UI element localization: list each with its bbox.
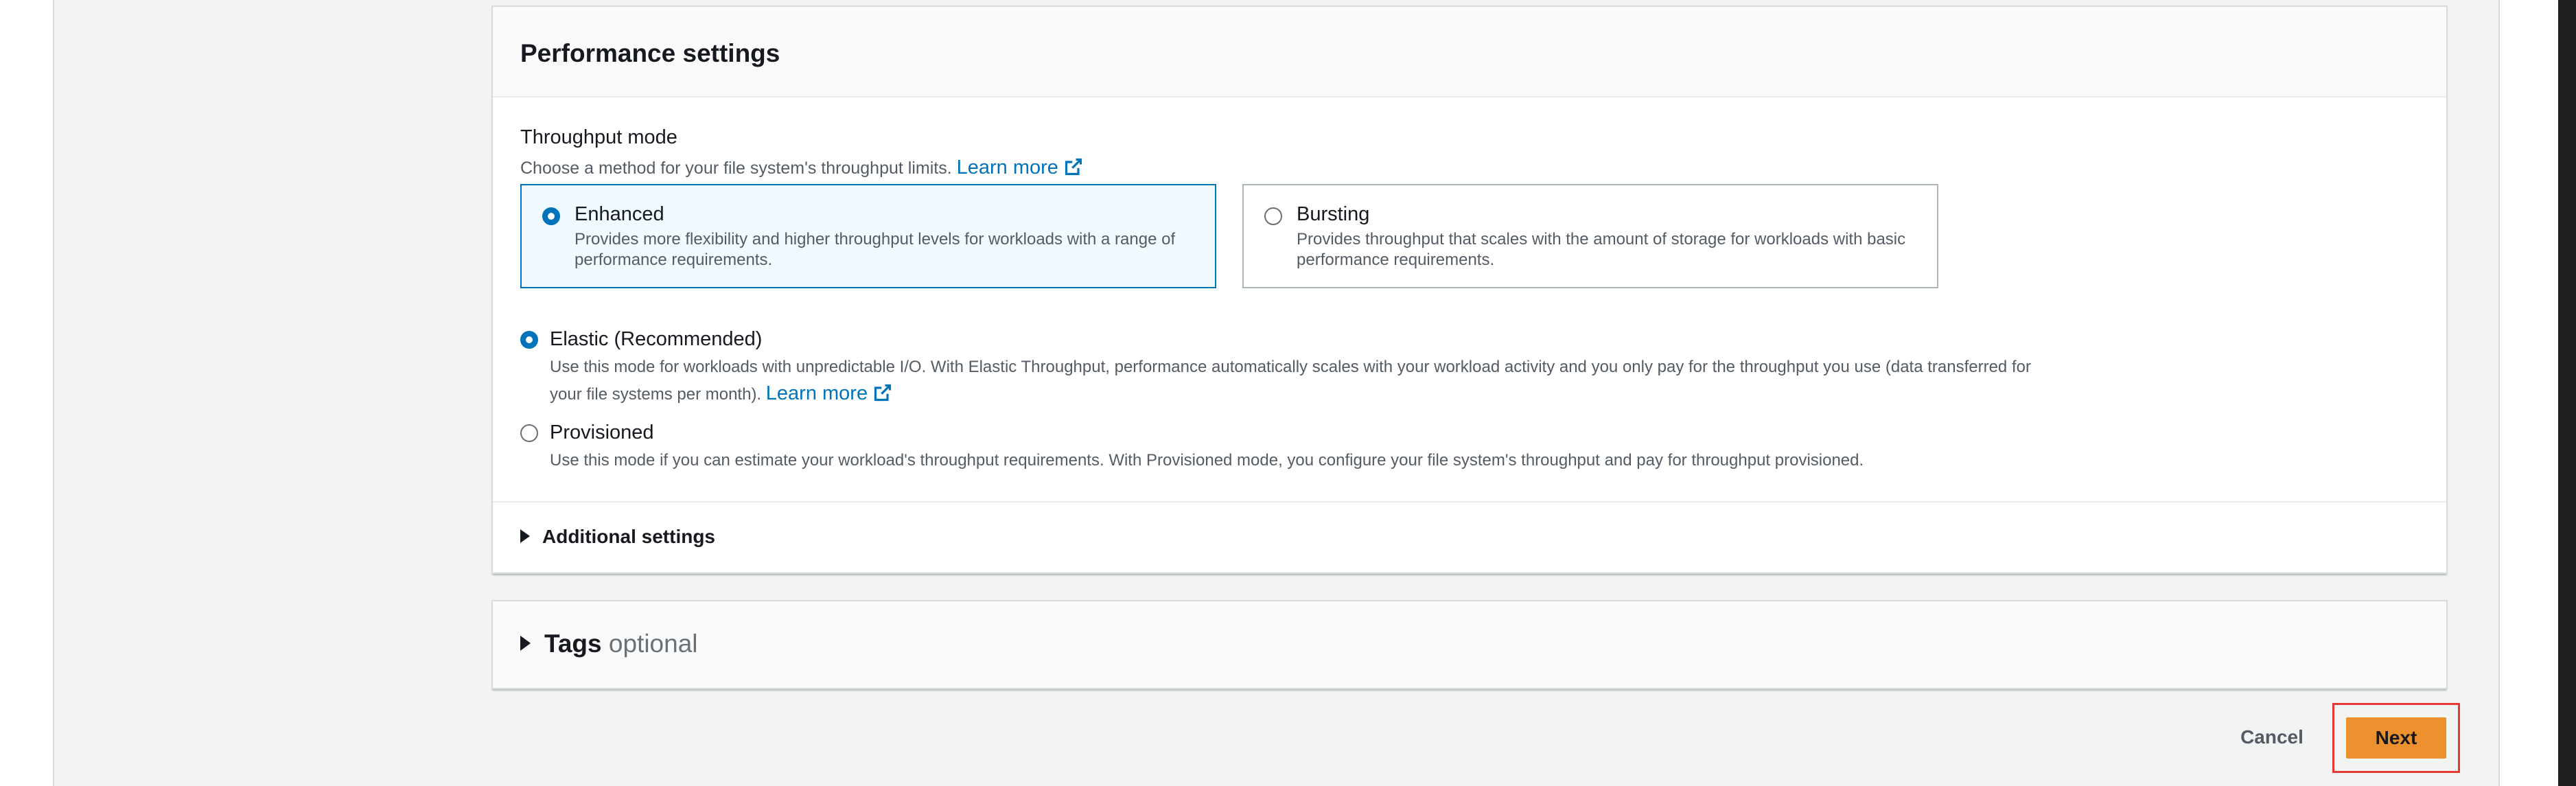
- learn-more-link[interactable]: Learn more: [957, 157, 1083, 178]
- section-divider: [493, 501, 2446, 502]
- panel-header: Performance settings: [493, 7, 2446, 97]
- caret-right-icon: [520, 529, 530, 543]
- tags-title: Tags: [544, 629, 602, 658]
- panel-title: Performance settings: [520, 39, 780, 67]
- tile-bursting-title: Bursting: [1297, 203, 1370, 225]
- tags-optional-label: optional: [608, 629, 698, 658]
- learn-more-text: Learn more: [956, 157, 1058, 178]
- throughput-desc-text: Choose a method for your file system's t…: [520, 159, 952, 178]
- performance-settings-panel: Performance settings Throughput mode Cho…: [491, 5, 2448, 574]
- window-edge: [2558, 0, 2576, 786]
- option-provisioned-title: Provisioned: [550, 421, 654, 443]
- option-elastic-title: Elastic (Recommended): [550, 328, 763, 350]
- tile-bursting-description: Provides throughput that scales with the…: [1297, 230, 1906, 269]
- tags-panel: Tags optional: [491, 600, 2448, 689]
- bursting-radio[interactable]: [1264, 207, 1282, 225]
- enhanced-radio[interactable]: [542, 207, 560, 225]
- additional-settings-toggle[interactable]: Additional settings: [520, 523, 715, 551]
- elastic-learn-more-text: Learn more: [765, 382, 868, 404]
- tile-bursting[interactable]: Bursting Provides throughput that scales…: [1242, 184, 1938, 288]
- tile-enhanced[interactable]: Enhanced Provides more flexibility and h…: [520, 184, 1216, 288]
- external-link-icon: [1065, 158, 1082, 176]
- elastic-learn-more-link[interactable]: Learn more: [766, 382, 892, 404]
- throughput-mode-label: Throughput mode: [520, 126, 677, 148]
- provisioned-radio[interactable]: [520, 424, 538, 442]
- cancel-button[interactable]: Cancel: [2227, 721, 2317, 754]
- throughput-mode-description: Choose a method for your file system's t…: [520, 155, 1083, 181]
- tile-enhanced-title: Enhanced: [575, 203, 664, 225]
- external-link-icon: [874, 384, 892, 402]
- tags-toggle[interactable]: Tags optional: [520, 627, 698, 660]
- elastic-radio[interactable]: [520, 331, 538, 349]
- caret-right-icon: [520, 636, 531, 651]
- additional-settings-label: Additional settings: [542, 526, 715, 547]
- next-button[interactable]: Next: [2346, 717, 2446, 759]
- tile-enhanced-description: Provides more flexibility and higher thr…: [575, 230, 1176, 269]
- option-provisioned-description: Use this mode if you can estimate your w…: [550, 451, 1864, 470]
- option-elastic-description: Use this mode for workloads with unpredi…: [550, 354, 2060, 408]
